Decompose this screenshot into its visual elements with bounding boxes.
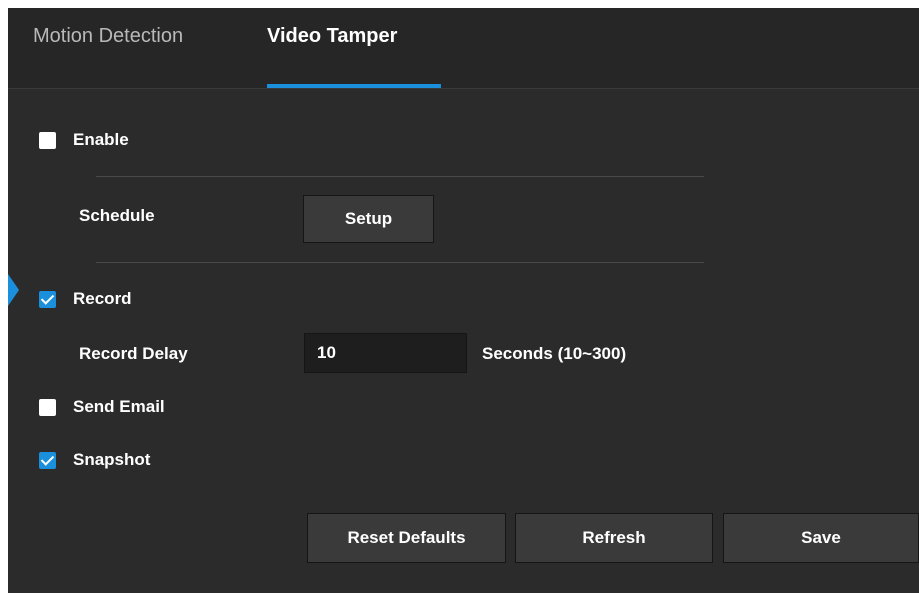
- divider: [96, 176, 704, 177]
- record-delay-label: Record Delay: [79, 344, 188, 363]
- refresh-button[interactable]: Refresh: [515, 513, 713, 563]
- reset-defaults-button[interactable]: Reset Defaults: [307, 513, 506, 563]
- snapshot-checkbox[interactable]: [39, 451, 56, 469]
- record-delay-unit: Seconds (10~300): [482, 344, 627, 363]
- tab-video-tamper[interactable]: Video Tamper: [267, 25, 397, 87]
- record-label: Record: [73, 289, 132, 308]
- record-row: Record: [39, 289, 132, 309]
- tab-motion-detection[interactable]: Motion Detection: [33, 25, 183, 87]
- snapshot-row: Snapshot: [39, 450, 150, 470]
- enable-label: Enable: [73, 130, 129, 149]
- send-email-label: Send Email: [73, 397, 165, 416]
- divider: [96, 262, 704, 263]
- record-checkbox[interactable]: [39, 290, 56, 308]
- video-tamper-panel: Motion Detection Video Tamper Enable Sch…: [8, 8, 919, 593]
- record-delay-input[interactable]: 10: [304, 333, 467, 373]
- enable-checkbox[interactable]: [39, 131, 56, 149]
- save-button[interactable]: Save: [723, 513, 919, 563]
- send-email-checkbox[interactable]: [39, 398, 56, 416]
- active-tab-indicator: [267, 84, 441, 88]
- side-arrow-icon: [8, 274, 19, 306]
- schedule-setup-button[interactable]: Setup: [303, 195, 434, 243]
- tab-bar: Motion Detection Video Tamper: [8, 8, 919, 89]
- snapshot-label: Snapshot: [73, 450, 151, 469]
- enable-row: Enable: [39, 130, 129, 150]
- schedule-label: Schedule: [79, 206, 155, 225]
- send-email-row: Send Email: [39, 397, 165, 417]
